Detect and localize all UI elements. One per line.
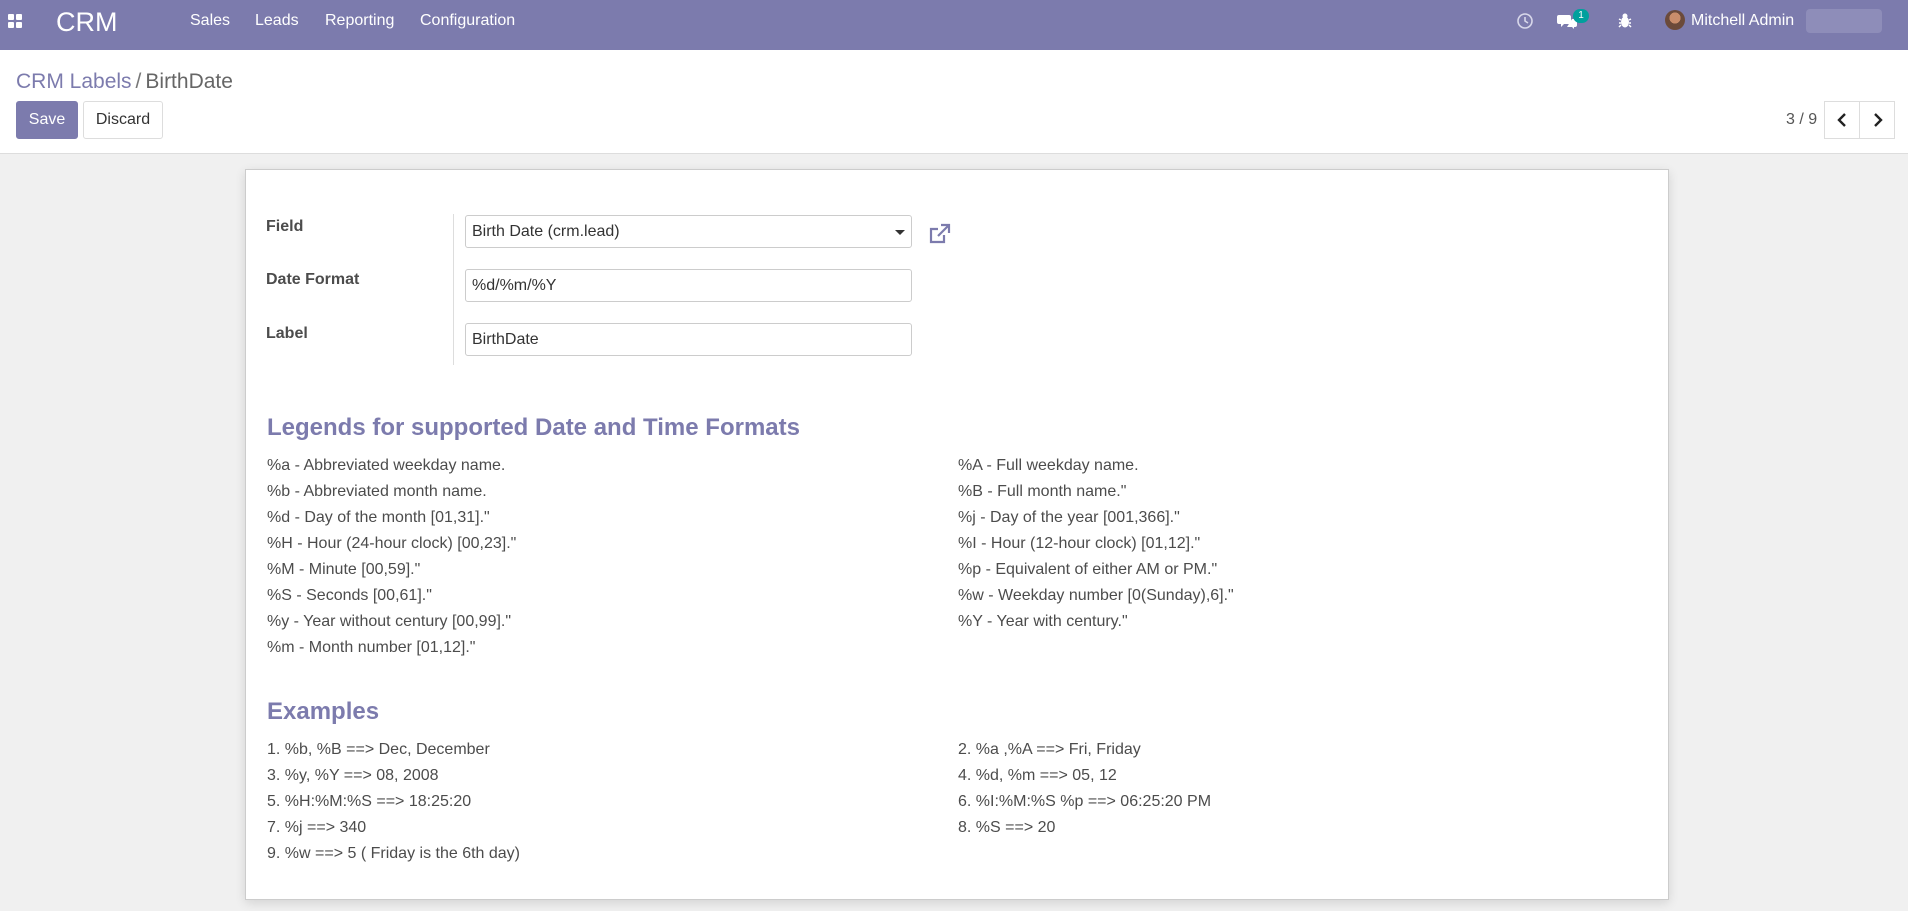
pager-previous-button[interactable] [1824,101,1860,139]
menu-reporting[interactable]: Reporting [325,0,394,42]
label-input[interactable]: BirthDate [465,323,912,356]
breadcrumb-current: BirthDate [145,70,233,93]
messages-badge: 1 [1573,9,1589,23]
legend-item: %y - Year without century [00,99]." [267,613,512,630]
date-format-input[interactable]: %d/%m/%Y [465,269,912,302]
legend-item: %H - Hour (24-hour clock) [00,23]." [267,535,517,552]
discard-button[interactable]: Discard [83,101,163,139]
example-item: 5. %H:%M:%S ==> 18:25:20 [267,793,472,810]
menu-leads[interactable]: Leads [255,0,299,42]
legend-item: %a - Abbreviated weekday name. [267,457,506,474]
redacted-database-name [1806,9,1882,33]
clock-icon[interactable] [1515,11,1535,31]
legend-item: %j - Day of the year [001,366]." [958,509,1180,526]
example-item: 7. %j ==> 340 [267,819,367,836]
label-label: Label [266,325,308,342]
example-item: 2. %a ,%A ==> Fri, Friday [958,741,1141,758]
pager-next-button[interactable] [1859,101,1895,139]
example-item: 4. %d, %m ==> 05, 12 [958,767,1117,784]
field-separator [453,214,454,365]
top-navbar: CRM Sales Leads Reporting Configuration … [0,0,1908,50]
legend-item: %M - Minute [00,59]." [267,561,421,578]
legend-item: %w - Weekday number [0(Sunday),6]." [958,587,1234,604]
chevron-down-icon [895,230,905,235]
legend-item: %p - Equivalent of either AM or PM." [958,561,1218,578]
user-menu[interactable]: Mitchell Admin [1691,0,1794,42]
app-brand[interactable]: CRM [56,6,118,38]
legend-item: %d - Day of the month [01,31]." [267,509,490,526]
example-item: 6. %I:%M:%S %p ==> 06:25:20 PM [958,793,1212,810]
chevron-left-icon [1837,113,1846,127]
avatar[interactable] [1665,10,1685,30]
bug-icon[interactable] [1616,11,1634,31]
apps-icon[interactable] [8,14,24,30]
field-select-value: Birth Date (crm.lead) [472,223,620,240]
field-label: Field [266,218,304,235]
menu-sales[interactable]: Sales [190,0,230,42]
menu-configuration[interactable]: Configuration [420,0,515,42]
chevron-right-icon [1874,113,1883,127]
date-format-label: Date Format [266,271,360,288]
example-item: 9. %w ==> 5 ( Friday is the 6th day) [267,845,521,862]
examples-title: Examples [267,698,380,725]
breadcrumb: CRM Labels / BirthDate [16,68,233,96]
legend-item: %B - Full month name." [958,483,1127,500]
breadcrumb-separator: / [135,70,142,93]
breadcrumb-crm-labels[interactable]: CRM Labels [16,70,132,93]
form-sheet: Field Date Format Label Birth Date (crm.… [245,169,1669,900]
save-button[interactable]: Save [16,101,78,139]
example-item: 1. %b, %B ==> Dec, December [267,741,490,758]
external-link-icon[interactable] [926,220,954,248]
field-select[interactable]: Birth Date (crm.lead) [465,215,912,248]
legend-item: %A - Full weekday name. [958,457,1139,474]
pager-value[interactable]: 3 / 9 [1786,110,1817,130]
legend-item: %Y - Year with century." [958,613,1128,630]
example-item: 3. %y, %Y ==> 08, 2008 [267,767,439,784]
legend-item: %I - Hour (12-hour clock) [01,12]." [958,535,1201,552]
legend-item: %b - Abbreviated month name. [267,483,487,500]
legends-title: Legends for supported Date and Time Form… [267,414,800,441]
example-item: 8. %S ==> 20 [958,819,1056,836]
legend-item: %S - Seconds [00,61]." [267,587,432,604]
control-panel: CRM Labels / BirthDate Save Discard 3 / 9 [0,50,1908,154]
legend-item: %m - Month number [01,12]." [267,639,476,656]
